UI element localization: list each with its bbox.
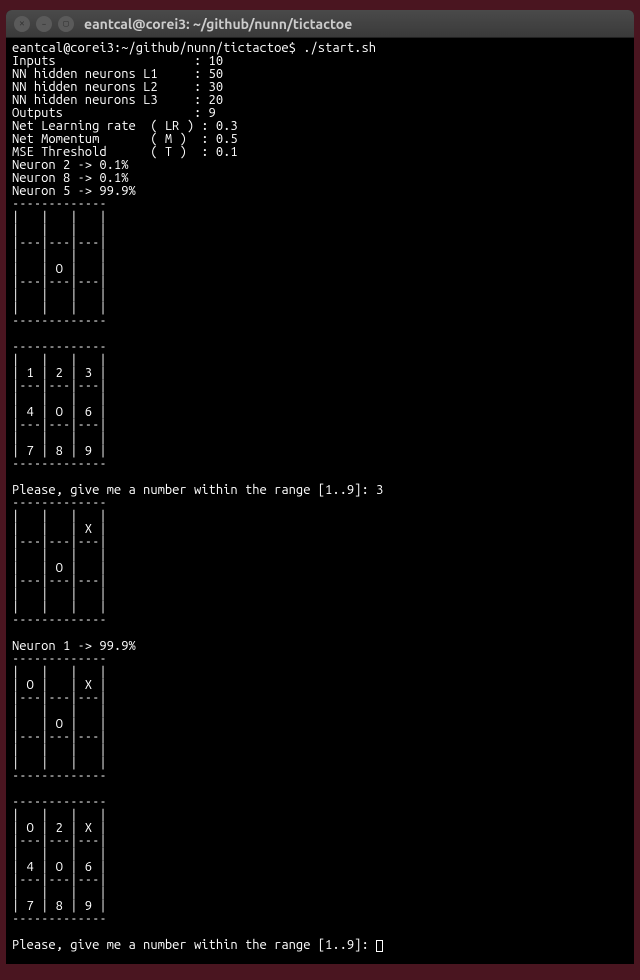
board-line: |---|---|---| (12, 535, 107, 549)
config-line: Net Learning rate ( LR ) : 0.3 (12, 119, 238, 133)
board-line: ------------- (12, 496, 107, 510)
board-line: | 4 | O | 6 | (12, 405, 107, 419)
input-prompt: Please, give me a number within the rang… (12, 938, 376, 952)
terminal-window: ✕ – ▢ eantcal@corei3: ~/github/nunn/tict… (6, 10, 634, 964)
board-line: | | | | (12, 704, 107, 718)
board-line: | | | | (12, 743, 107, 757)
board-line: | | | | (12, 886, 107, 900)
board-line: |---|---|---| (12, 691, 107, 705)
board-line: ------------- (12, 613, 107, 627)
board-line: | | | | (12, 210, 107, 224)
board-line: |---|---|---| (12, 418, 107, 432)
board-line: |---|---|---| (12, 275, 107, 289)
board-line: |---|---|---| (12, 730, 107, 744)
config-line: Inputs : 10 (12, 54, 223, 68)
board-line: | | O | | (12, 561, 107, 575)
board-line: | | | | (12, 353, 107, 367)
board-line: | | | | (12, 756, 107, 770)
input-prompt: Please, give me a number within the rang… (12, 483, 383, 497)
board-line: ------------- (12, 652, 107, 666)
board-line: |---|---|---| (12, 834, 107, 848)
board-line: | | | | (12, 600, 107, 614)
board-line: | 7 | 8 | 9 | (12, 444, 107, 458)
board-line: | | | | (12, 808, 107, 822)
board-line: | | | | (12, 431, 107, 445)
board-line: ------------- (12, 314, 107, 328)
neuron-line: Neuron 5 -> 99.9% (12, 184, 136, 198)
maximize-icon[interactable]: ▢ (58, 16, 74, 32)
board-line: | | | | (12, 847, 107, 861)
board-line: | | | | (12, 665, 107, 679)
board-line: | O | 2 | X | (12, 821, 107, 835)
neuron-line: Neuron 2 -> 0.1% (12, 158, 128, 172)
neuron-line: Neuron 8 -> 0.1% (12, 171, 128, 185)
board-line: | | | | (12, 288, 107, 302)
board-line: ------------- (12, 795, 107, 809)
board-line: |---|---|---| (12, 379, 107, 393)
board-line: | | | X | (12, 522, 107, 536)
board-line: | 1 | 2 | 3 | (12, 366, 107, 380)
config-line: Net Momentum ( M ) : 0.5 (12, 132, 238, 146)
board-line: ------------- (12, 340, 107, 354)
board-line: |---|---|---| (12, 873, 107, 887)
config-line: Outputs : 9 (12, 106, 216, 120)
board-line: | | | | (12, 249, 107, 263)
config-line: NN hidden neurons L3 : 20 (12, 93, 223, 107)
board-line: ------------- (12, 197, 107, 211)
board-line: ------------- (12, 912, 107, 926)
board-line: | O | | X | (12, 678, 107, 692)
config-line: NN hidden neurons L1 : 50 (12, 67, 223, 81)
board-line: | | | | (12, 548, 107, 562)
board-line: | | | | (12, 223, 107, 237)
terminal-content[interactable]: eantcal@corei3:~/github/nunn/tictactoe$ … (6, 38, 634, 964)
board-line: | | | | (12, 587, 107, 601)
cursor (376, 940, 383, 952)
board-line: ------------- (12, 457, 107, 471)
board-line: ------------- (12, 769, 107, 783)
board-line: | | O | | (12, 262, 107, 276)
command-text: ./start.sh (303, 41, 376, 55)
titlebar: ✕ – ▢ eantcal@corei3: ~/github/nunn/tict… (6, 10, 634, 38)
board-line: | 4 | O | 6 | (12, 860, 107, 874)
board-line: |---|---|---| (12, 574, 107, 588)
config-line: MSE Threshold ( T ) : 0.1 (12, 145, 238, 159)
board-line: |---|---|---| (12, 236, 107, 250)
minimize-icon[interactable]: – (36, 16, 52, 32)
config-line: NN hidden neurons L2 : 30 (12, 80, 223, 94)
board-line: | | | | (12, 509, 107, 523)
board-line: | 7 | 8 | 9 | (12, 899, 107, 913)
board-line: | | | | (12, 301, 107, 315)
neuron-line: Neuron 1 -> 99.9% (12, 639, 136, 653)
board-line: | | O | | (12, 717, 107, 731)
prompt-user: eantcal@corei3:~/github/nunn/tictactoe$ (12, 41, 303, 55)
board-line: | | | | (12, 392, 107, 406)
close-icon[interactable]: ✕ (14, 16, 30, 32)
window-controls: ✕ – ▢ (14, 16, 74, 32)
window-title: eantcal@corei3: ~/github/nunn/tictactoe (84, 16, 352, 32)
